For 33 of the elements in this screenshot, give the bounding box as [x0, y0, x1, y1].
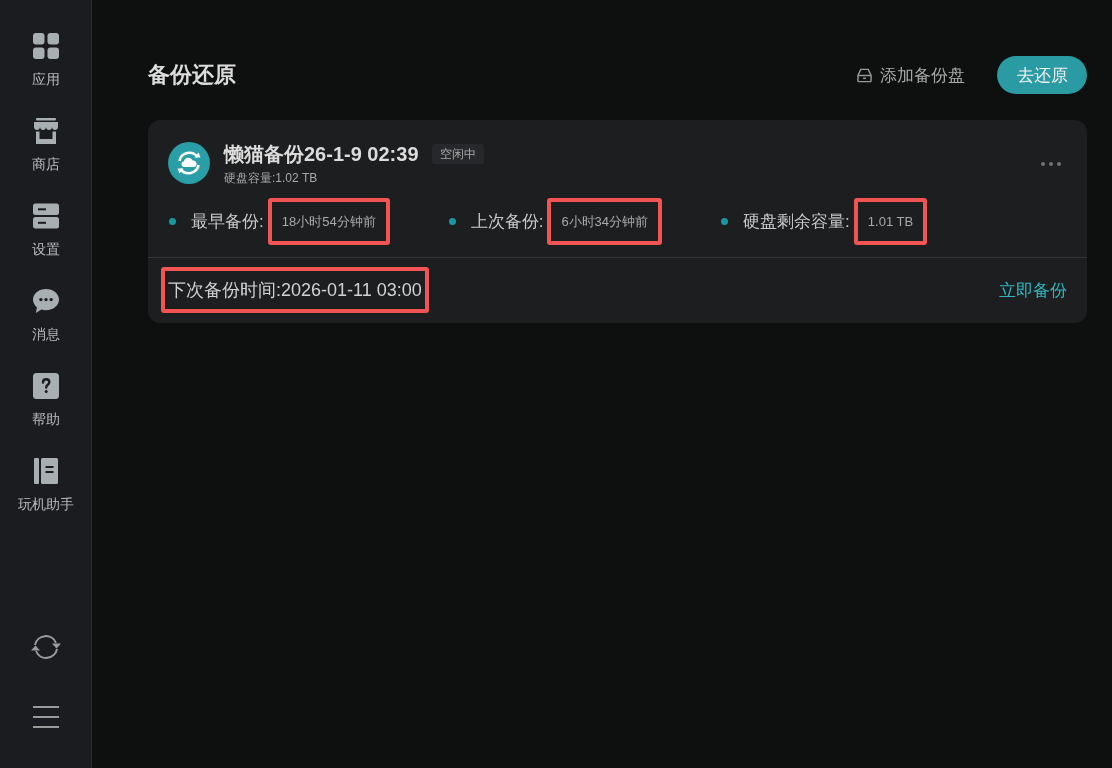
next-backup-time: 下次备份时间:2026-01-11 03:00 [161, 267, 429, 313]
question-mark-icon[interactable] [32, 373, 59, 399]
stat-label: 最早备份: [191, 211, 264, 233]
menu-icon[interactable] [32, 706, 59, 728]
bullet-dot-icon [169, 218, 176, 225]
drive-icon [857, 67, 872, 83]
bullet-dot-icon [448, 218, 456, 225]
grid-icon[interactable] [32, 33, 59, 59]
chat-bubble-icon[interactable] [32, 288, 59, 314]
stat-value: 18小时54分钟前 [267, 198, 390, 245]
nav-label[interactable]: 应用 [31, 70, 60, 88]
nav-label[interactable]: 商店 [31, 155, 60, 173]
cloud-sync-icon [168, 142, 210, 184]
page-title: 备份还原 [148, 61, 236, 89]
stat-value: 6小时34分钟前 [547, 198, 663, 245]
add-disk-button[interactable]: 添加备份盘 [857, 63, 965, 87]
nav-label[interactable]: 设置 [31, 240, 60, 258]
book-icon[interactable] [32, 458, 59, 484]
bullet-dot-icon [721, 218, 729, 225]
stat-label: 硬盘剩余容量: [743, 211, 850, 233]
backup-now-link[interactable]: 立即备份 [999, 278, 1067, 302]
nav-label[interactable]: 帮助 [31, 410, 60, 428]
backup-title: 懒猫备份26-1-9 02:39 [224, 142, 419, 166]
drawers-icon[interactable] [32, 203, 59, 229]
nav-label[interactable]: 玩机助手 [17, 495, 74, 513]
sync-icon[interactable] [28, 632, 63, 662]
status-badge: 空闲中 [431, 144, 484, 164]
stat-value: 1.01 TB [853, 198, 928, 245]
stat-label: 上次备份: [470, 211, 544, 233]
nav-label[interactable]: 消息 [31, 325, 60, 343]
disk-capacity: 硬盘容量:1.02 TB [224, 171, 319, 185]
more-icon[interactable] [1041, 162, 1061, 166]
shop-icon[interactable] [32, 118, 59, 144]
